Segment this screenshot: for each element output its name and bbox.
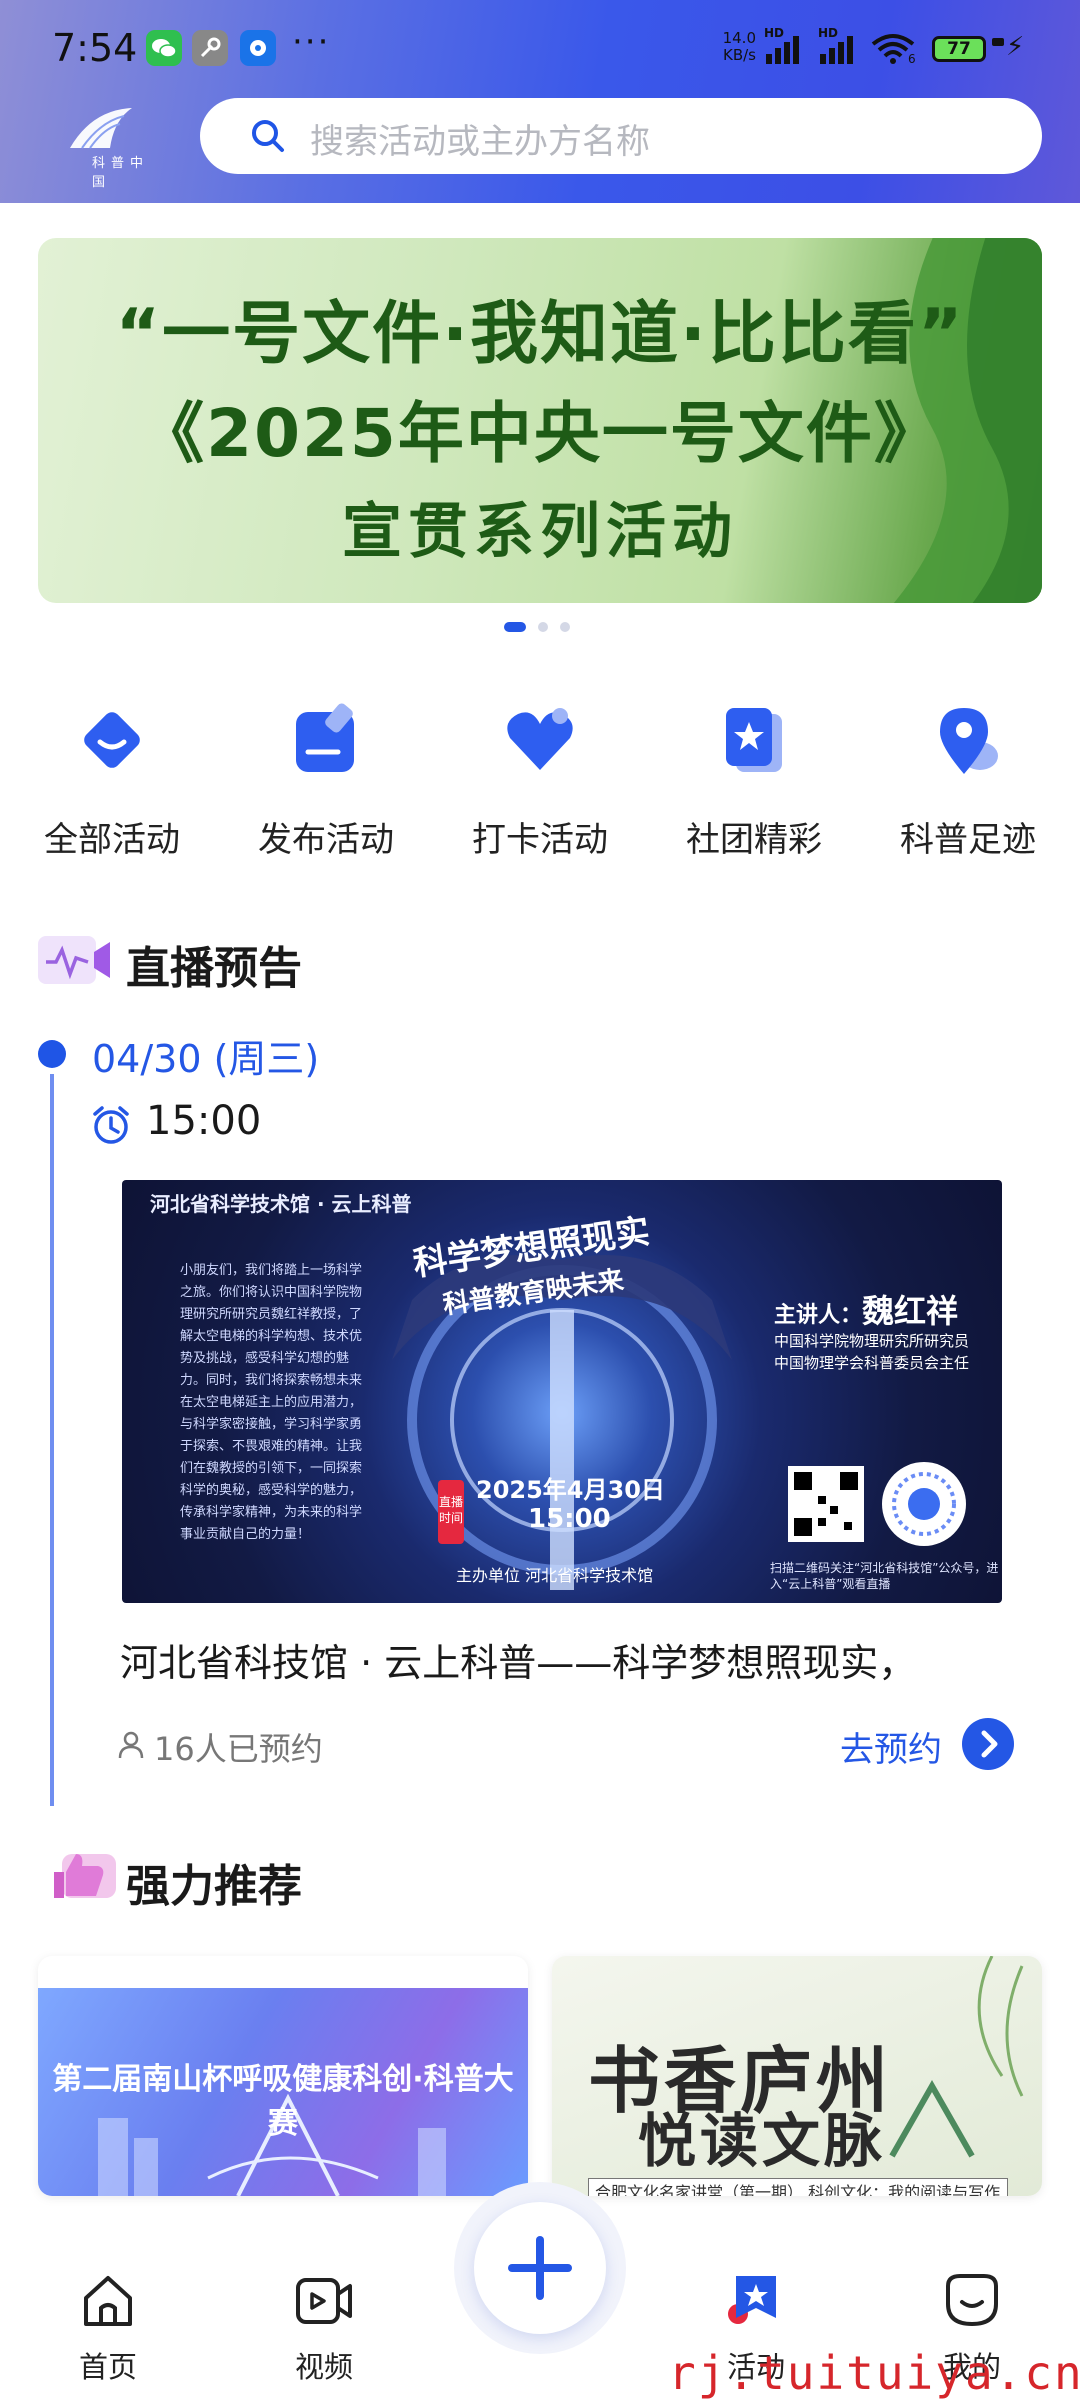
diamond-smile-icon (84, 712, 140, 768)
alarm-clock-icon (93, 1106, 129, 1144)
nav-label: 首页 (78, 2350, 137, 2384)
timeline-line (50, 1074, 54, 1806)
more-notifications-icon: ··· (292, 22, 331, 62)
wifi-icon: 6 (870, 32, 920, 66)
tool-notification-icon (192, 30, 228, 66)
quick-checkin-activity[interactable]: 打卡活动 (440, 690, 640, 860)
search-input[interactable]: 搜索活动或主办方名称 (200, 98, 1042, 174)
app-header: 7:54 ··· 14.0 KB/s HD HD 6 77 ⚡ 科普中国 搜索活… (0, 0, 1080, 203)
recommend-title: 强力推荐 (126, 1861, 302, 1912)
person-icon (118, 1731, 144, 1759)
quick-science-footprint[interactable]: 科普足迹 (868, 690, 1068, 860)
quick-all-activities[interactable]: 全部活动 (12, 690, 212, 860)
speaker-name: 魏红祥 (862, 1292, 959, 1330)
battery-indicator: 77 (932, 36, 986, 62)
nav-home[interactable]: 首页 (48, 2268, 168, 2388)
poster-qr-code (788, 1466, 864, 1542)
nav-label: 视频 (294, 2350, 353, 2384)
net-speed-value: 14.0 (722, 29, 756, 47)
signal-icon: HD (762, 26, 806, 66)
create-activity-button[interactable] (474, 2202, 606, 2334)
recommend-card[interactable]: 书香庐州 悦读文脉 合肥文化名家讲堂（第一期） 科创文化：我的阅读与写作 (552, 1956, 1042, 2196)
speaker-prefix: 主讲人： (774, 1303, 863, 1328)
kepu-china-logo[interactable]: 科普中国 (52, 100, 162, 190)
recommend-card-image: 第二届南山杯呼吸健康科创·科普大赛 (38, 1988, 528, 2196)
heart-icon (507, 708, 573, 770)
banner-dot[interactable] (538, 622, 548, 632)
watermark: rj.tuituiya.cn (668, 2346, 1080, 2400)
speaker-role: 中国物理学会科普委员会主任 (774, 1354, 970, 1372)
poster-event-date: 2025年4月30日 (476, 1476, 665, 1504)
status-time: 7:54 (52, 26, 138, 70)
thumbs-up-icon (54, 1854, 116, 1898)
star-badge-icon (726, 708, 782, 772)
recommend-card-title: 第二届南山杯呼吸健康科创·科普大赛 (52, 2062, 514, 2141)
quick-club-highlights[interactable]: 社团精彩 (654, 690, 854, 860)
poster-header: 河北省科学技术馆 · 云上科普 (150, 1192, 412, 1216)
banner-line-3: 宣贯系列活动 (342, 497, 738, 567)
recommend-card[interactable]: 第二届南山杯呼吸健康科创·科普大赛 (38, 1956, 528, 2196)
battery-cap-icon (992, 38, 1004, 46)
status-bar: 7:54 ··· 14.0 KB/s HD HD 6 77 ⚡ (0, 0, 1080, 100)
promo-banner[interactable]: “一号文件·我知道·比比看” 《2025年中央一号文件》 宣贯系列活动 (38, 238, 1042, 603)
banner-dot[interactable] (560, 622, 570, 632)
poster-event-time: 15:00 (528, 1504, 611, 1534)
search-placeholder: 搜索活动或主办方名称 (310, 122, 650, 162)
app-notification-icon (240, 30, 276, 66)
battery-level: 77 (947, 39, 971, 59)
poster-organizer: 主办单位 河北省科学技术馆 (456, 1566, 654, 1585)
recommend-card-caption: 合肥文化名家讲堂（第一期） 科创文化：我的阅读与写作 (588, 2178, 1008, 2196)
nav-video[interactable]: 视频 (264, 2268, 384, 2388)
charging-icon: ⚡ (1006, 32, 1025, 62)
quick-label: 社团精彩 (686, 820, 822, 860)
timeline-dot (38, 1040, 66, 1068)
chevron-right-icon (981, 1730, 998, 1758)
quick-label: 打卡活动 (472, 820, 608, 860)
home-icon (84, 2276, 132, 2326)
live-date: 04/30 (周三) (92, 1037, 320, 1081)
poster-speaker: 主讲人：魏红祥 (774, 1286, 958, 1332)
live-event-title[interactable]: 河北省科技馆 · 云上科普——科学梦想照现实， (120, 1632, 916, 1687)
reserve-arrow-button[interactable] (962, 1718, 1014, 1770)
poster-speaker-roles: 中国科学院物理研究所研究员 中国物理学会科普委员会主任 (774, 1330, 969, 1374)
recommend-card-title-small: 悦读文脉 (638, 2107, 887, 2175)
quick-label: 科普足迹 (900, 820, 1036, 860)
banner-dot-active[interactable] (504, 622, 526, 632)
net-speed: 14.0 KB/s (708, 30, 756, 64)
location-pin-icon (940, 708, 998, 774)
live-event-poster[interactable]: 河北省科学技术馆 · 云上科普 科学梦想照现实 科普教育映未来 小朋友们，我们将… (122, 1180, 1002, 1603)
banner-line-1: “一号文件·我知道·比比看” (115, 295, 965, 374)
banner-pagination (504, 622, 584, 634)
wifi-label: 6 (908, 52, 916, 66)
live-preview-title: 直播预告 (126, 943, 302, 994)
quick-publish-activity[interactable]: 发布活动 (226, 690, 426, 860)
banner-line-2: 《2025年中央一号文件》 (138, 395, 942, 472)
profile-icon (946, 2274, 998, 2327)
poster-footer: 扫描二维码关注“河北省科技馆”公众号，进入“云上科普”观看直播 (770, 1561, 999, 1591)
signal-icon-2: HD (816, 26, 860, 66)
wechat-notification-icon (146, 30, 182, 66)
quick-label: 全部活动 (44, 820, 180, 860)
quick-label: 发布活动 (258, 820, 394, 860)
reserve-button[interactable]: 去预约 (840, 1722, 942, 1771)
recommend-card-image: 书香庐州 悦读文脉 合肥文化名家讲堂（第一期） 科创文化：我的阅读与写作 (552, 1956, 1042, 2196)
poster-body: 小朋友们，我们将踏上一场科学之旅。你们将认识中国科学院物理研究所研究员魏红祥教授… (180, 1263, 363, 1542)
live-preview-icon (38, 936, 110, 984)
logo-text: 科普中国 (92, 156, 150, 190)
live-time: 15:00 (146, 1098, 262, 1144)
poster-mini-program-code (882, 1462, 966, 1546)
edit-icon (296, 703, 354, 772)
search-icon (252, 120, 284, 152)
video-icon (296, 2278, 352, 2324)
reserved-count: 16人已预约 (154, 1730, 323, 1768)
net-speed-unit: KB/s (723, 46, 756, 64)
plus-icon (508, 2236, 572, 2300)
poster-live-badge: 直播时间 (438, 1480, 464, 1544)
speaker-role: 中国科学院物理研究所研究员 (774, 1332, 970, 1350)
activity-icon (728, 2276, 776, 2324)
